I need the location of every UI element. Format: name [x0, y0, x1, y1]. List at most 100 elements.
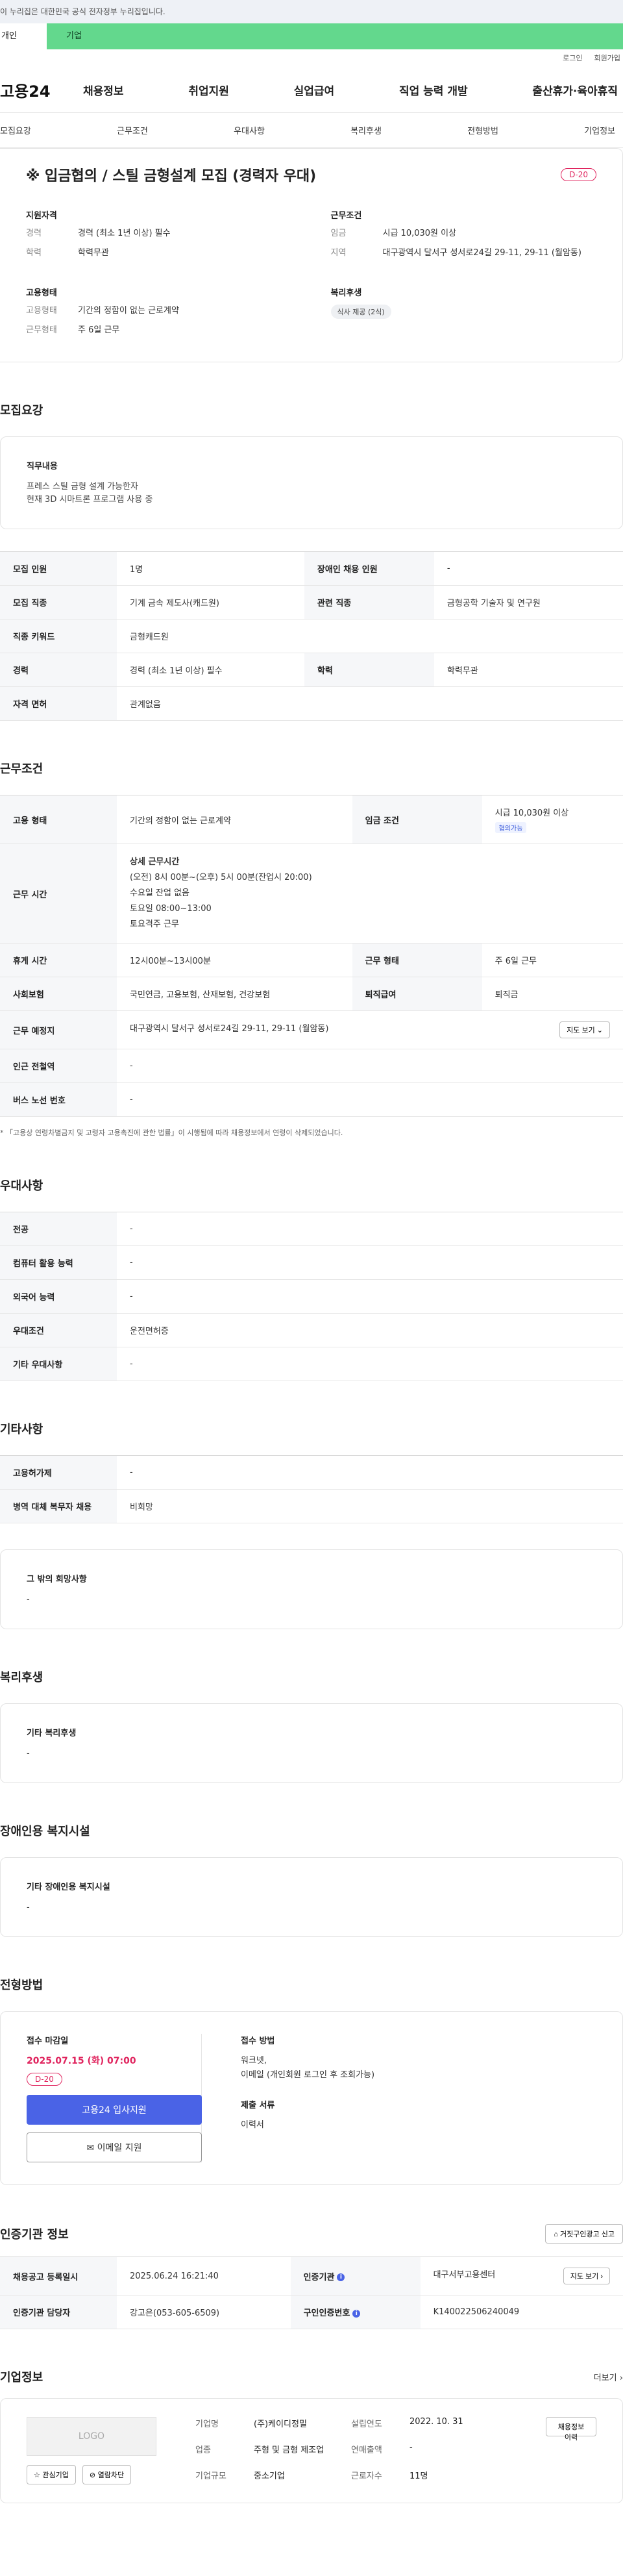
map-view-button[interactable]: 지도 보기 ⌄ [559, 1021, 610, 1038]
disabled-value: - [434, 551, 623, 586]
employment-heading: 고용형태 [26, 288, 57, 298]
facility-box: 기타 장애인용 복지시설 - [0, 1857, 623, 1937]
menu-item-jobs[interactable]: 채용정보 [83, 82, 124, 98]
preference-etc-value: - [117, 1347, 623, 1381]
block-view-button[interactable]: ⊘ 열람차단 [82, 2465, 132, 2484]
menu-item-job-training[interactable]: 직업 능력 개발 [399, 82, 468, 98]
table-row: 전공 - [0, 1212, 623, 1246]
anchor-company[interactable]: 기업정보 [584, 124, 615, 136]
emp-value: 기간의 정함이 없는 근로계약 [117, 795, 352, 844]
report-false-ad-button[interactable]: ⌂ 거짓구인광고 신고 [545, 2224, 623, 2244]
career-value: 경력 (최소 1년 이상) 필수 [78, 229, 171, 238]
break-value: 12시00분~13시00분 [117, 943, 352, 977]
language-label: 외국어 능력 [0, 1279, 117, 1314]
others-section-title: 기타사항 [0, 1423, 43, 1436]
agency-table: 채용공고 등록일시 2025.06.24 16:21:40 인증기관 i 대구서부… [0, 2257, 623, 2329]
place-value: 대구광역시 달서구 성서로24길 29-11, 29-11 (월암동) [130, 1024, 329, 1034]
job-title: ※ 입금협의 / 스틸 금형설계 모집 (경력자 우대) [26, 168, 317, 184]
anchor-apply[interactable]: 전형방법 [467, 124, 498, 136]
edu-value: 학력무관 [78, 248, 109, 258]
anchor-conditions[interactable]: 근무조건 [117, 124, 148, 136]
condition-heading: 근무조건 [330, 211, 362, 221]
edu-value: 학력무관 [434, 653, 623, 687]
company-logo: LOGO [27, 2417, 156, 2456]
subway-value: - [117, 1049, 623, 1083]
agency-map-button[interactable]: 지도 보기 › [563, 2268, 610, 2284]
table-row: 경력 경력 (최소 1년 이상) 필수 학력 학력무관 [0, 653, 623, 687]
email-apply-label: 이메일 지원 [97, 2143, 142, 2153]
facility-etc-value: - [27, 1903, 30, 1912]
gov-notice-bar: 이 누리집은 대한민국 공식 전자정부 누리집입니다. [0, 0, 623, 23]
table-row: 모집 인원 1명 장애인 채용 인원 - [0, 551, 623, 586]
menu-item-employment-support[interactable]: 취업지원 [188, 82, 229, 98]
industry-label: 업종 [195, 2445, 211, 2455]
apply-box: 접수 마감일 2025.07.15 (화) 07:00 D-20 고용24 입사… [0, 2011, 623, 2185]
deadline-heading: 접수 마감일 [27, 2036, 69, 2046]
table-row: 모집 직종 기계 금속 제도사(캐드원) 관련 직종 금형공학 기술자 및 연구… [0, 585, 623, 619]
gov-notice-text: 이 누리집은 대한민국 공식 전자정부 누리집입니다. [0, 7, 165, 16]
sales-value: - [409, 2443, 413, 2453]
company-more-link[interactable]: 더보기 › [594, 2371, 623, 2383]
company-more-label: 더보기 [593, 2373, 617, 2383]
related-value: 금형공학 기술자 및 연구원 [434, 585, 623, 619]
org-label-text: 인증기관 [303, 2272, 335, 2282]
company-name-value: (주)케이디정밀 [254, 2420, 307, 2429]
signup-link[interactable]: 회원가입 [594, 49, 620, 68]
major-label: 전공 [0, 1212, 117, 1246]
edu-label: 학력 [304, 653, 434, 687]
table-row: 병역 대체 복무자 채용 비희망 [0, 1489, 623, 1523]
info-icon[interactable]: i [337, 2273, 345, 2281]
welfare-etc-value: - [27, 1749, 30, 1758]
method-value: 워크넷, 이메일 (개인회원 로그인 후 조회가능) [241, 2054, 374, 2082]
related-label: 관련 직종 [304, 585, 434, 619]
military-value: 비희망 [117, 1489, 623, 1523]
anchor-recruit[interactable]: 모집요강 [0, 124, 31, 136]
job-summary-card: ※ 입금협의 / 스틸 금형설계 모집 (경력자 우대) D-20 지원자격 경… [0, 148, 623, 362]
recruit-history-button[interactable]: 채용정보 이력 [546, 2417, 596, 2442]
table-row: 근무 시간 상세 근무시간 (오전) 8시 00분~(오후) 5시 00분(잔업… [0, 844, 623, 944]
career-label: 경력 [26, 229, 42, 238]
facility-section-title: 장애인용 복지시설 [0, 1825, 90, 1838]
site-logo[interactable]: 고용24 [0, 79, 83, 101]
method-line: 워크넷, [241, 2056, 267, 2066]
reg-date-value: 2025.06.24 16:21:40 [117, 2257, 291, 2295]
favorite-company-button[interactable]: ☆ 관심기업 [27, 2465, 76, 2484]
docs-value: 이력서 [241, 2120, 264, 2130]
conditions-section-title: 근무조건 [0, 762, 43, 776]
chevron-down-icon: ⌄ [596, 1027, 603, 1034]
tab-company[interactable]: 기업 [47, 23, 623, 49]
license-value: 관계없음 [117, 686, 623, 721]
severance-label: 퇴직급여 [352, 977, 482, 1011]
table-row: 우대조건 운전면허증 [0, 1313, 623, 1347]
table-row: 채용공고 등록일시 2025.06.24 16:21:40 인증기관 i 대구서부… [0, 2257, 623, 2295]
severance-value: 퇴직금 [482, 977, 623, 1011]
preference-cond-value: 운전면허증 [117, 1313, 623, 1347]
region-label: 지역 [330, 248, 347, 258]
place-label: 근무 예정지 [0, 1010, 117, 1049]
computer-value: - [117, 1245, 623, 1280]
career-label: 경력 [0, 653, 117, 687]
docs-heading: 제출 서류 [241, 2101, 275, 2110]
menu-item-parental-leave[interactable]: 출산휴가·육아휴직 [532, 82, 618, 98]
chevron-right-icon: › [619, 2373, 623, 2383]
email-apply-button[interactable]: ✉ 이메일 지원 [27, 2132, 202, 2162]
org-label: 인증기관 i [290, 2257, 421, 2295]
qualification-block: 지원자격 경력 경력 (최소 1년 이상) 필수 학력 학력무관 [26, 208, 292, 266]
job-description-heading: 직무내용 [27, 462, 58, 471]
anchor-welfare[interactable]: 복리후생 [350, 124, 382, 136]
method-line: 이메일 (개인회원 로그인 후 조회가능) [241, 2070, 375, 2080]
tab-personal[interactable]: 개인 [0, 23, 47, 49]
persons-label: 모집 인원 [0, 551, 117, 586]
apply-online-button[interactable]: 고용24 입사지원 [27, 2095, 202, 2125]
login-link[interactable]: 로그인 [563, 49, 582, 68]
member-type-tabs: 개인 기업 [0, 23, 623, 49]
anchor-preference[interactable]: 우대사항 [234, 124, 265, 136]
menu-item-unemployment-benefit[interactable]: 실업급여 [294, 82, 335, 98]
major-value: - [117, 1212, 623, 1246]
condition-block: 근무조건 임금 시급 10,030원 이상 지역 대구광역시 달서구 성서로24길 … [331, 208, 597, 266]
bus-value: - [117, 1082, 623, 1117]
conditions-table: 고용 형태 기간의 정함이 없는 근로계약 임금 조건 시급 10,030원 이… [0, 795, 623, 1117]
info-icon[interactable]: i [352, 2309, 361, 2318]
welfare-block: 복리후생 식사 제공 (2식) [330, 286, 597, 344]
table-row: 컴퓨터 활용 능력 - [0, 1245, 623, 1280]
